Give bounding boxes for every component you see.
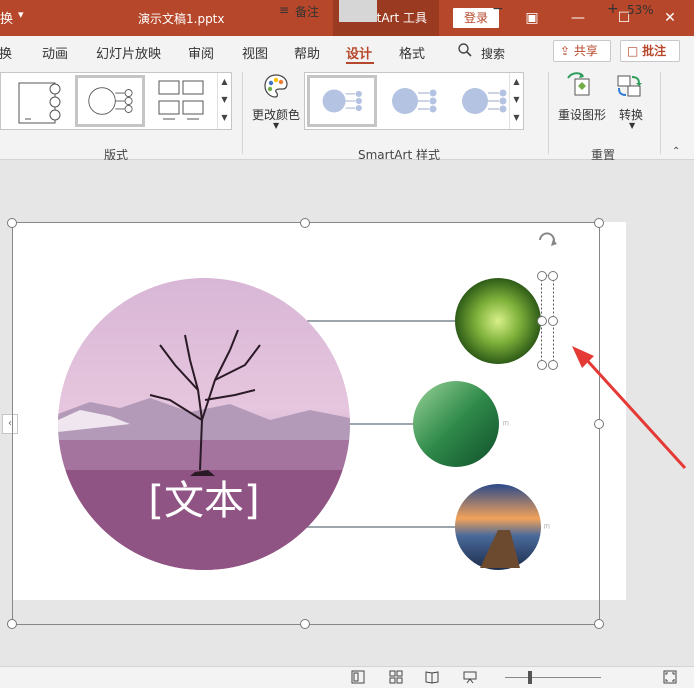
tab-review[interactable]: 审阅: [188, 43, 214, 62]
tab-format[interactable]: 格式: [399, 43, 425, 62]
reading-view-icon[interactable]: [424, 669, 440, 685]
scroll-up-icon[interactable]: ▲: [510, 73, 523, 91]
layout-option-2-selected[interactable]: [75, 75, 145, 127]
picture-circle-forest[interactable]: [455, 278, 541, 364]
reset-graphic-icon[interactable]: [566, 72, 596, 100]
layout-gallery-scroll[interactable]: ▲ ▼ ▼: [217, 73, 231, 129]
zoom-slider-thumb[interactable]: [528, 671, 532, 684]
normal-view-highlight: [339, 0, 377, 22]
scroll-down-icon[interactable]: ▼: [218, 91, 231, 109]
active-tab-indicator: [346, 62, 374, 64]
convert-icon[interactable]: [614, 72, 644, 100]
zoom-out-button[interactable]: −: [492, 1, 504, 17]
search-label[interactable]: 搜索: [481, 45, 505, 62]
zoom-slider[interactable]: [505, 677, 601, 678]
picture-circle-grass[interactable]: [413, 381, 499, 467]
search-icon[interactable]: [457, 42, 473, 58]
layout-gallery: ▲ ▼ ▼: [0, 72, 232, 130]
tab-view[interactable]: 视图: [242, 43, 268, 62]
comments-label: 批注: [642, 44, 667, 58]
normal-view-icon[interactable]: [350, 669, 366, 685]
placeholder-text[interactable]: [文本]: [148, 478, 259, 524]
share-label: 共享: [573, 44, 598, 58]
more-icon[interactable]: ▼: [510, 109, 523, 127]
style-option-2[interactable]: [379, 75, 449, 127]
change-colors-dropdown-icon[interactable]: ▼: [273, 121, 279, 130]
tab-transitions[interactable]: 切换: [0, 43, 12, 62]
comments-button[interactable]: □ 批注: [620, 40, 680, 62]
main-picture-circle[interactable]: [58, 278, 350, 570]
minimize-button[interactable]: —: [560, 0, 596, 36]
styles-gallery: ▲ ▼ ▼: [304, 72, 524, 130]
annotation-arrow-icon: [572, 346, 687, 470]
rotate-handle-icon[interactable]: [539, 232, 557, 246]
style-option-1-selected[interactable]: [307, 75, 377, 127]
scroll-up-icon[interactable]: ▲: [218, 73, 231, 91]
collapse-ribbon-icon[interactable]: ⌃: [672, 146, 680, 157]
palette-icon[interactable]: [262, 72, 290, 100]
tab-animations[interactable]: 动画: [42, 43, 68, 62]
convert-dropdown-icon[interactable]: ▼: [629, 121, 635, 130]
tab-help[interactable]: 帮助: [294, 43, 320, 62]
slideshow-view-icon[interactable]: [462, 669, 478, 685]
tab-design[interactable]: 设计: [346, 43, 372, 62]
notes-button[interactable]: 备注: [295, 3, 319, 20]
slide-sorter-view-icon[interactable]: [388, 669, 404, 685]
quick-access-dropdown-icon[interactable]: ▾: [18, 8, 24, 21]
group-separator: [660, 72, 661, 154]
title-bar-fragment: 换: [0, 12, 14, 27]
text-marker: [T]: [544, 524, 550, 529]
comment-icon: □: [627, 44, 639, 58]
share-icon: ⇪: [560, 44, 571, 58]
layout-option-1[interactable]: [5, 75, 75, 127]
window-title: 演示文稿1.pptx: [138, 12, 225, 26]
styles-gallery-scroll[interactable]: ▲ ▼ ▼: [509, 73, 523, 129]
zoom-level[interactable]: 53%: [627, 3, 654, 17]
group-separator: [242, 72, 243, 154]
zoom-in-button[interactable]: +: [607, 1, 619, 17]
layout-option-3[interactable]: [149, 75, 219, 127]
share-button[interactable]: ⇪ 共享: [553, 40, 611, 62]
notes-icon[interactable]: ≡: [279, 3, 289, 17]
tab-slideshow[interactable]: 幻灯片放映: [96, 43, 161, 62]
fit-to-window-icon[interactable]: [662, 669, 678, 685]
text-marker: [T]: [503, 421, 509, 426]
smartart-graphic[interactable]: [文本] [T] [T]: [0, 200, 694, 666]
more-icon[interactable]: ▼: [218, 109, 231, 127]
close-button[interactable]: ✕: [652, 0, 688, 36]
ribbon-display-options-icon[interactable]: ▣: [514, 0, 550, 36]
picture-circle-pier[interactable]: [455, 484, 541, 570]
reset-graphic-button[interactable]: 重设图形: [558, 106, 606, 123]
textbox-handles[interactable]: [537, 271, 558, 370]
scroll-down-icon[interactable]: ▼: [510, 91, 523, 109]
group-separator: [548, 72, 549, 154]
